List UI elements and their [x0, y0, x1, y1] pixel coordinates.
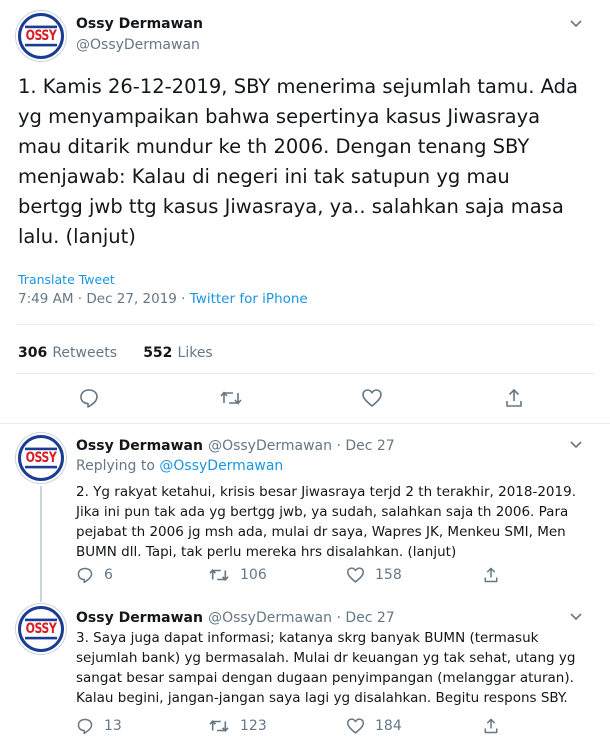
like-action[interactable]: 184	[346, 717, 402, 735]
avatar[interactable]: OSSY	[16, 11, 66, 61]
author-handle[interactable]: @OssyDermawan · Dec 27	[208, 438, 395, 454]
like-count: 184	[375, 718, 402, 734]
retweet-icon[interactable]	[219, 388, 243, 408]
reply-action[interactable]: 13	[76, 717, 122, 735]
likes-label[interactable]: Likes	[178, 345, 213, 361]
reply-count: 13	[104, 718, 122, 734]
share-icon[interactable]	[482, 717, 500, 735]
retweet-count: 123	[240, 718, 267, 734]
like-count: 158	[375, 567, 402, 583]
author-handle[interactable]: @OssyDermawan	[76, 37, 200, 53]
avatar-logo-text: OSSY	[24, 618, 58, 640]
share-icon[interactable]	[482, 566, 500, 584]
divider	[0, 423, 610, 424]
reply-icon	[76, 717, 94, 735]
reply-text: 2. Yg rakyat ketahui, krisis besar Jiwas…	[76, 484, 576, 560]
likes-count[interactable]: 552	[143, 345, 172, 361]
avatar-logo-text: OSSY	[24, 25, 58, 47]
replying-to-label: Replying to	[76, 458, 160, 474]
avatar[interactable]: OSSY	[16, 604, 66, 654]
replying-to-handle[interactable]: @OssyDermawan	[159, 458, 283, 474]
reply-header: Ossy Dermawan @OssyDermawan · Dec 27	[76, 607, 395, 626]
avatar-logo-text: OSSY	[24, 447, 58, 469]
tweet-stats: 306 Retweets 552 Likes	[18, 342, 213, 361]
divider	[16, 373, 594, 374]
avatar-logo: OSSY	[21, 16, 61, 56]
chevron-down-icon[interactable]	[569, 437, 583, 451]
like-icon	[346, 566, 365, 584]
author-name[interactable]: Ossy Dermawan	[76, 16, 203, 32]
retweet-icon	[208, 566, 230, 584]
retweet-action[interactable]: 106	[208, 566, 267, 584]
share-icon[interactable]	[503, 387, 525, 409]
reply-count: 6	[104, 567, 113, 583]
like-icon	[346, 717, 365, 735]
retweet-count: 106	[240, 567, 267, 583]
tweet-meta: 7:49 AM · Dec 27, 2019 · Twitter for iPh…	[18, 291, 308, 307]
reply-text: 3. Saya juga dapat informasi; katanya sk…	[76, 630, 576, 706]
like-action[interactable]: 158	[346, 566, 402, 584]
avatar-logo: OSSY	[21, 438, 61, 478]
retweets-label[interactable]: Retweets	[52, 345, 117, 361]
author-name[interactable]: Ossy Dermawan	[76, 610, 203, 626]
avatar-logo: OSSY	[21, 609, 61, 649]
divider	[16, 324, 594, 325]
reply-header: Ossy Dermawan @OssyDermawan · Dec 27	[76, 435, 395, 454]
tweet-text: 1. Kamis 26-12-2019, SBY menerima sejuml…	[18, 75, 578, 248]
translate-tweet-link[interactable]: Translate Tweet	[18, 272, 115, 287]
chevron-down-icon[interactable]	[569, 609, 583, 623]
avatar[interactable]: OSSY	[16, 433, 66, 483]
like-icon[interactable]	[361, 388, 383, 408]
author-name[interactable]: Ossy Dermawan	[76, 438, 203, 454]
tweet-timestamp[interactable]: 7:49 AM · Dec 27, 2019 ·	[18, 291, 190, 307]
retweet-action[interactable]: 123	[208, 717, 267, 735]
retweet-icon	[208, 717, 230, 735]
tweet-source-link[interactable]: Twitter for iPhone	[190, 291, 308, 307]
reply-icon[interactable]	[78, 387, 100, 409]
reply-action[interactable]: 6	[76, 566, 113, 584]
retweets-count[interactable]: 306	[18, 345, 47, 361]
author-handle[interactable]: @OssyDermawan · Dec 27	[208, 610, 395, 626]
chevron-down-icon[interactable]	[569, 16, 583, 30]
reply-icon	[76, 566, 94, 584]
replying-to: Replying to @OssyDermawan	[76, 458, 283, 474]
thread-connector	[40, 486, 42, 602]
